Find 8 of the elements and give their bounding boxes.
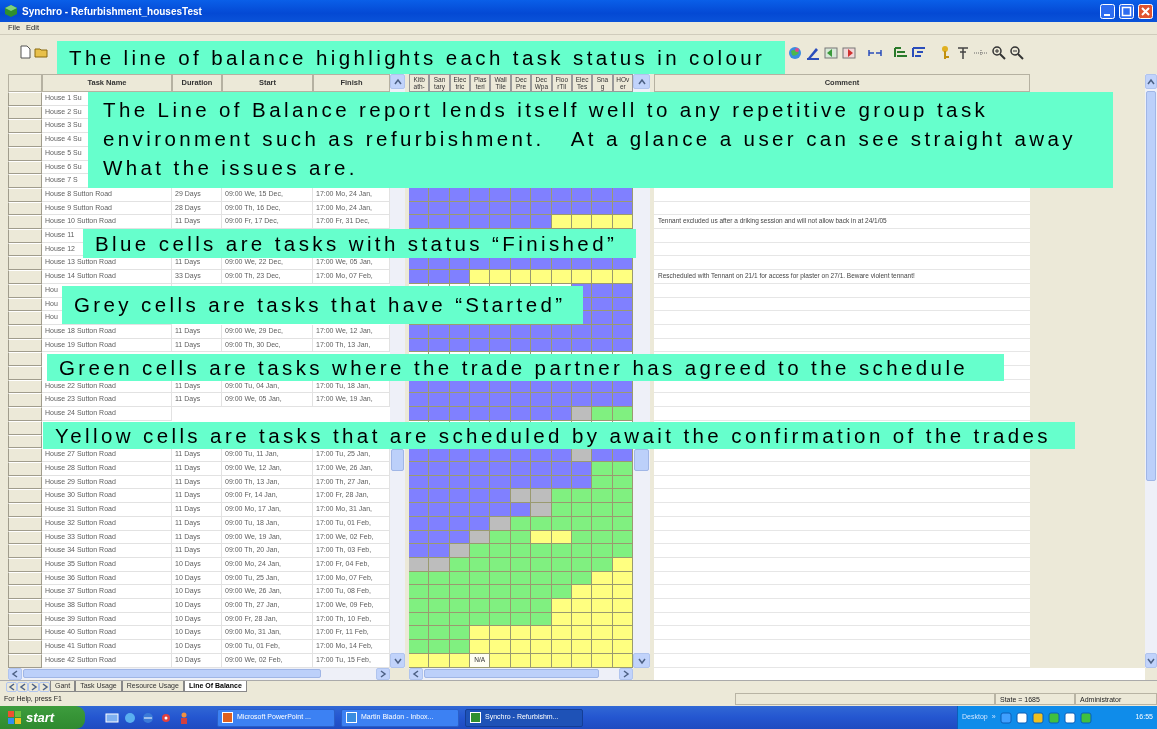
window-title: Synchro - Refurbishment_housesTest — [22, 4, 202, 19]
callout: Yellow cells are tasks that are scheduled by await the confirmation of the trades — [43, 422, 1075, 449]
callout: The line of balance highlights each task status in colour — [57, 41, 785, 74]
callout: Green cells are tasks where the trade partner has agreed to the schedule — [47, 354, 1004, 381]
callout: Blue cells are tasks with status “Finished” — [83, 229, 636, 258]
callout: Grey cells are tasks that have “Started” — [62, 286, 583, 324]
start-button[interactable]: start — [0, 706, 85, 729]
callout: The Line of Balance report lends itself well to any repetitive group task environment such as refurbishment. At a glance a user can see straight away What the issues are. — [88, 92, 1113, 188]
